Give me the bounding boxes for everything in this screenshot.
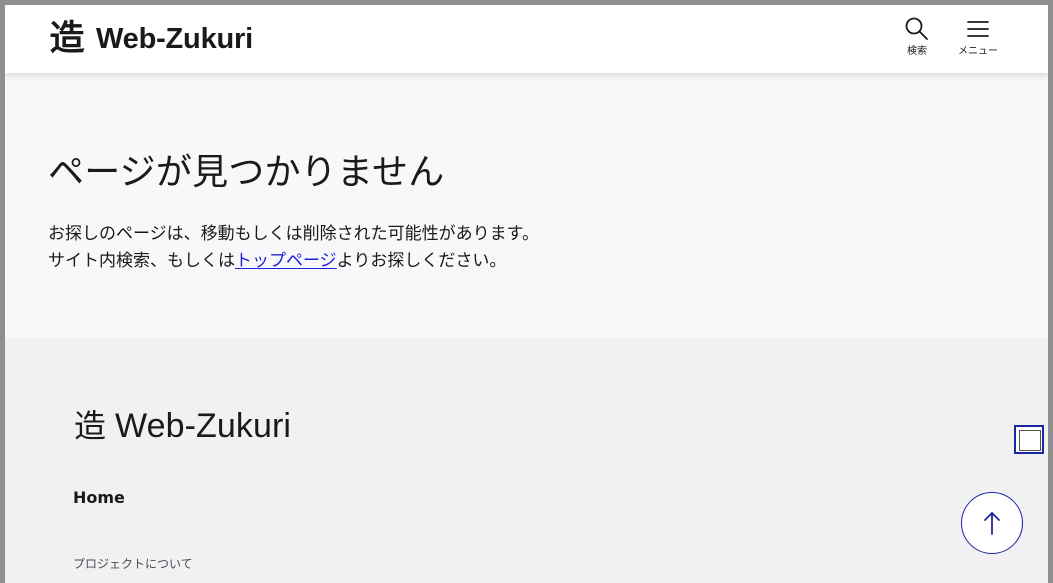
site-logo-link[interactable]: 造 Web-Zukuri xyxy=(48,20,253,58)
menu-button[interactable]: メニュー xyxy=(952,15,1004,65)
search-button[interactable]: 検索 xyxy=(895,15,939,65)
brand-mark: 造 xyxy=(49,19,85,59)
brand-name: Web-Zukuri xyxy=(96,22,253,55)
search-icon xyxy=(905,17,928,40)
floating-checkbox[interactable] xyxy=(1014,425,1044,454)
menu-label: メニュー xyxy=(958,46,998,57)
not-found-message: お探しのページは、移動もしくは削除された可能性があります。 サイト内検索、もしく… xyxy=(48,221,539,275)
site-footer: 造 Web-Zukuri Home プロジェクトについて xyxy=(5,338,1048,583)
arrow-up-icon xyxy=(984,512,1000,535)
page-frame: 造 Web-Zukuri 検索 メニュー ページが見つかりません お探しのページ… xyxy=(5,5,1048,583)
footer-brand-name: Web-Zukuri xyxy=(115,407,292,445)
site-header: 造 Web-Zukuri 検索 メニュー xyxy=(5,5,1048,73)
search-label: 検索 xyxy=(907,46,927,57)
back-to-top-button[interactable] xyxy=(961,492,1023,554)
page-title: ページが見つかりません xyxy=(48,152,445,193)
message-line-2-after: よりお探しください。 xyxy=(336,251,507,271)
footer-logo-link[interactable]: 造 Web-Zukuri xyxy=(73,406,291,446)
footer-project-link[interactable]: プロジェクトについて xyxy=(73,555,193,573)
footer-brand-mark: 造 xyxy=(73,407,106,445)
menu-icon xyxy=(967,21,989,37)
message-line-2-before: サイト内検索、もしくは xyxy=(48,251,235,271)
not-found-content: ページが見つかりません お探しのページは、移動もしくは削除された可能性があります… xyxy=(5,73,1048,338)
top-page-link[interactable]: トップページ xyxy=(235,251,337,271)
footer-home-link[interactable]: Home xyxy=(73,487,125,509)
message-line-1: お探しのページは、移動もしくは削除された可能性があります。 xyxy=(48,224,539,244)
